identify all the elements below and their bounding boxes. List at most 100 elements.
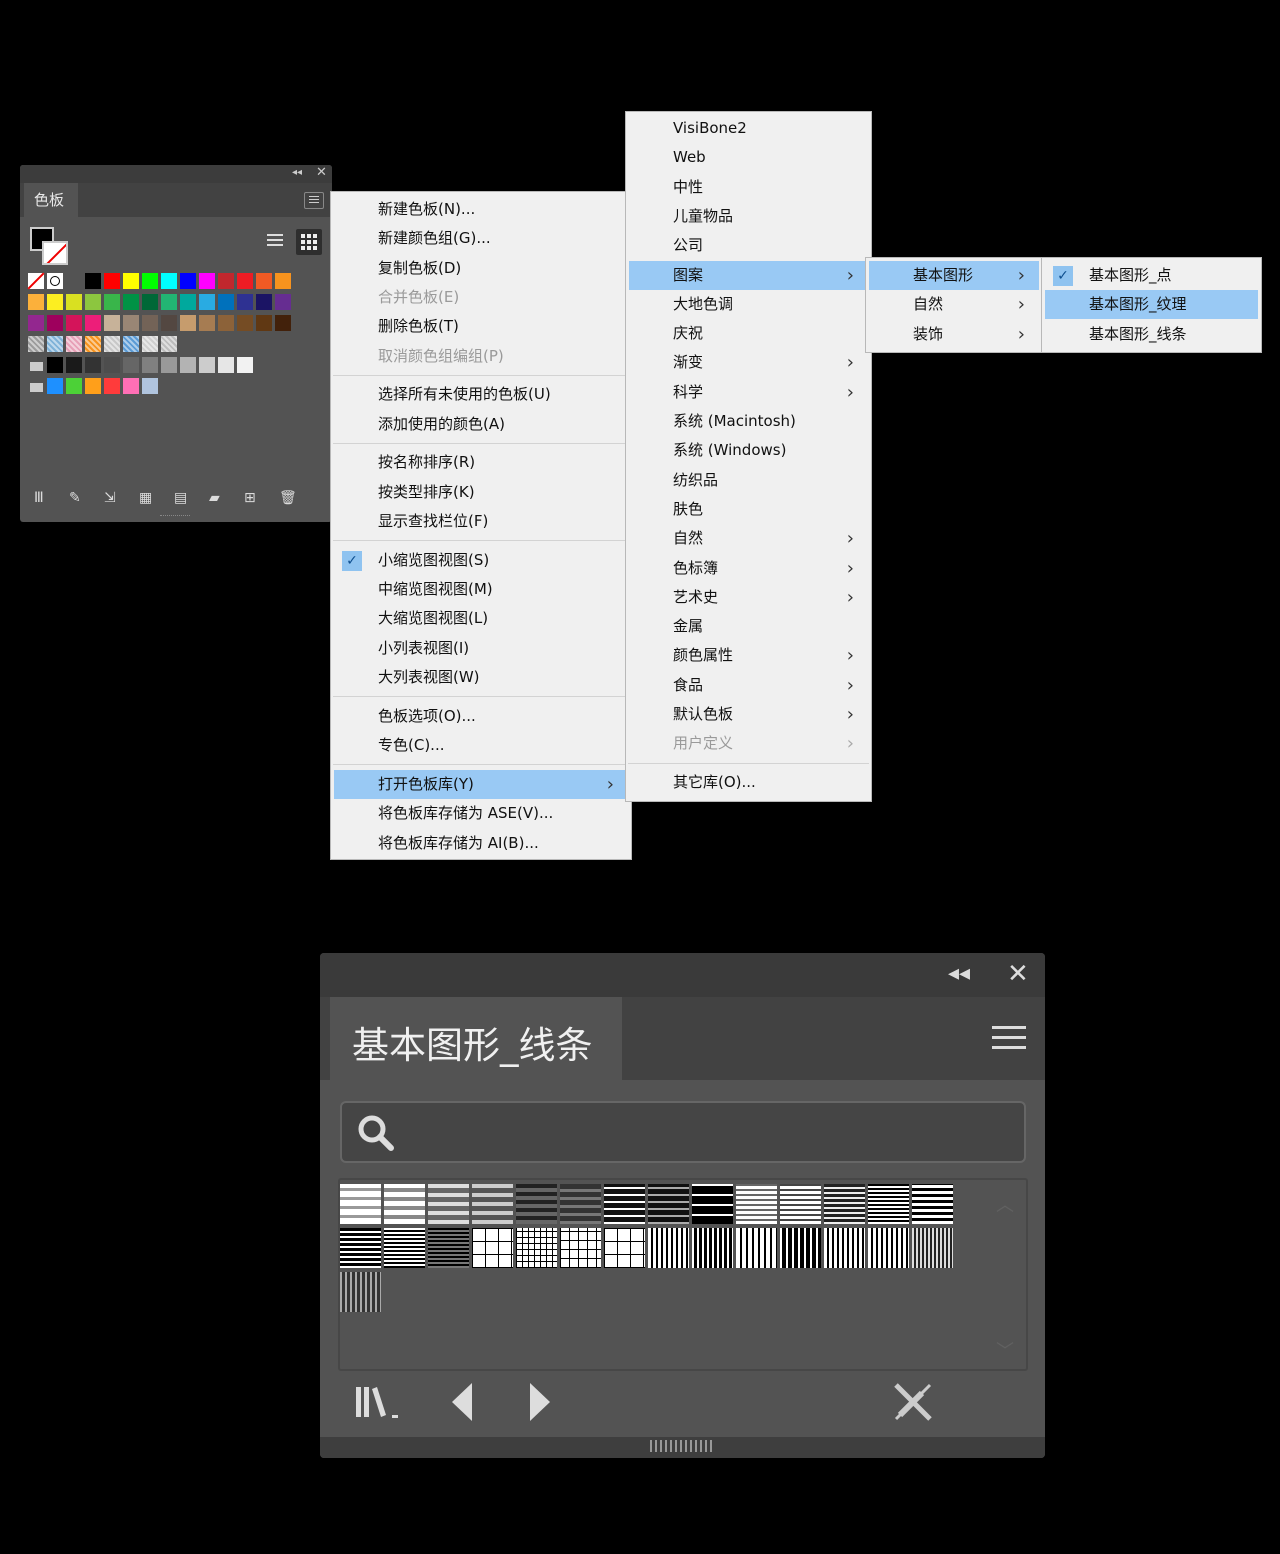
color-swatch[interactable] [161,273,177,289]
grid-view-icon[interactable] [296,229,322,255]
pattern-swatch[interactable] [340,1228,381,1268]
close-icon[interactable]: ✕ [316,165,327,180]
pattern-swatch[interactable] [780,1228,821,1268]
options-icon[interactable]: ▤ [174,490,187,506]
menu-item[interactable]: 系统 (Macintosh) [629,407,868,436]
menu-item[interactable]: 图案 › [629,260,868,290]
color-swatch[interactable] [85,294,101,310]
color-swatch[interactable] [275,273,291,289]
menu-item[interactable]: 复制色板(D) [334,254,628,283]
menu-item[interactable]: 按类型排序(K) [334,478,628,507]
menu-item[interactable]: 自然 › [869,290,1039,319]
menu-item[interactable]: 肤色 [629,495,868,524]
menu-item[interactable]: 小缩览图视图(S) ✓ [334,546,628,575]
color-swatch[interactable] [123,273,139,289]
color-swatch[interactable] [47,378,63,394]
color-swatch[interactable] [142,336,158,352]
color-swatch[interactable] [199,357,215,373]
library-icon[interactable]: Ⅲ [34,490,44,506]
color-swatch[interactable] [256,273,272,289]
menu-item[interactable]: 自然 › [629,524,868,553]
color-swatch[interactable] [104,273,120,289]
collapse-icon[interactable]: ◂◂ [948,961,970,986]
menu-item[interactable]: 渐变 › [629,348,868,377]
menu-item[interactable]: 色标簿 › [629,554,868,583]
collapse-icon[interactable]: ◂◂ [292,167,302,178]
color-swatch[interactable] [104,336,120,352]
pattern-swatch[interactable] [560,1184,601,1224]
color-swatch[interactable] [85,336,101,352]
color-swatch[interactable] [218,273,234,289]
color-swatch[interactable] [85,273,101,289]
pattern-swatch[interactable] [648,1228,689,1268]
none-swatch[interactable] [27,272,45,290]
pattern-swatch[interactable] [692,1228,733,1268]
menu-item[interactable]: 新建颜色组(G)... [334,224,628,253]
menu-item[interactable]: 基本图形 › [869,261,1039,290]
color-swatch[interactable] [28,315,44,331]
menu-item[interactable]: 纺织品 [629,466,868,495]
color-swatch[interactable] [180,294,196,310]
color-swatch[interactable] [237,357,253,373]
color-swatch[interactable] [104,315,120,331]
color-swatch[interactable] [180,357,196,373]
close-icon[interactable]: ✕ [1007,959,1029,989]
pattern-swatch[interactable] [340,1272,381,1312]
color-swatch[interactable] [199,273,215,289]
swatch-group-folder-icon[interactable] [28,378,44,394]
menu-item[interactable]: 食品 › [629,671,868,700]
color-swatch[interactable] [104,378,120,394]
menu-item[interactable]: 选择所有未使用的色板(U) [334,380,628,409]
menu-item[interactable]: 基本图形_线条 [1045,320,1258,349]
pattern-swatch[interactable] [604,1228,645,1268]
menu-item[interactable]: Web [629,143,868,172]
panel-menu-button[interactable] [304,192,324,209]
color-swatch[interactable] [161,315,177,331]
pattern-swatch[interactable] [428,1184,469,1224]
tab-library[interactable]: 基本图形_线条 [330,997,622,1080]
menu-item[interactable]: 默认色板 › [629,700,868,729]
color-swatch[interactable] [85,357,101,373]
pattern-swatch[interactable] [472,1184,513,1224]
scroll-up-icon[interactable]: ︿ [996,1191,1014,1217]
menu-item[interactable]: 颜色属性 › [629,641,868,670]
menu-item[interactable]: 系统 (Windows) [629,436,868,465]
menu-item[interactable]: 艺术史 › [629,583,868,612]
menu-item[interactable]: 科学 › [629,378,868,407]
color-swatch[interactable] [256,315,272,331]
menu-item[interactable]: 打开色板库(Y) › [334,769,628,799]
color-swatch[interactable] [47,336,63,352]
menu-item[interactable]: 合并色板(E) [334,283,628,312]
color-swatch[interactable] [123,315,139,331]
color-swatch[interactable] [104,357,120,373]
swatch-group-folder-icon[interactable] [28,357,44,373]
color-swatch[interactable] [123,378,139,394]
swatch-group-icon[interactable]: ▦ [139,490,152,506]
menu-item[interactable]: 取消颜色组编组(P) [334,342,628,371]
pattern-swatch[interactable] [472,1228,513,1268]
color-swatch[interactable] [218,315,234,331]
color-swatch[interactable] [28,294,44,310]
color-swatch[interactable] [66,315,82,331]
menu-item[interactable]: 删除色板(T) [334,312,628,341]
color-swatch[interactable] [142,294,158,310]
search-field[interactable] [340,1101,1026,1163]
resize-grip[interactable] [160,515,190,520]
folder-icon[interactable]: ▰ [209,490,220,506]
panel-menu-button[interactable] [992,1023,1026,1051]
color-swatch[interactable] [199,294,215,310]
pattern-swatch[interactable] [868,1228,909,1268]
pen-icon[interactable]: ✎ [69,490,81,506]
menu-item[interactable]: 装饰 › [869,320,1039,349]
menu-item[interactable]: 专色(C)... [334,731,628,760]
color-swatch[interactable] [199,315,215,331]
color-swatch[interactable] [237,315,253,331]
pattern-swatch[interactable] [824,1228,865,1268]
pattern-swatch[interactable] [604,1184,645,1224]
color-swatch[interactable] [66,378,82,394]
menu-item[interactable]: 基本图形_点 ✓ [1045,261,1258,290]
library-icon[interactable] [354,1383,404,1423]
menu-item[interactable]: 公司 [629,231,868,260]
pattern-swatch[interactable] [648,1184,689,1224]
color-swatch[interactable] [275,294,291,310]
